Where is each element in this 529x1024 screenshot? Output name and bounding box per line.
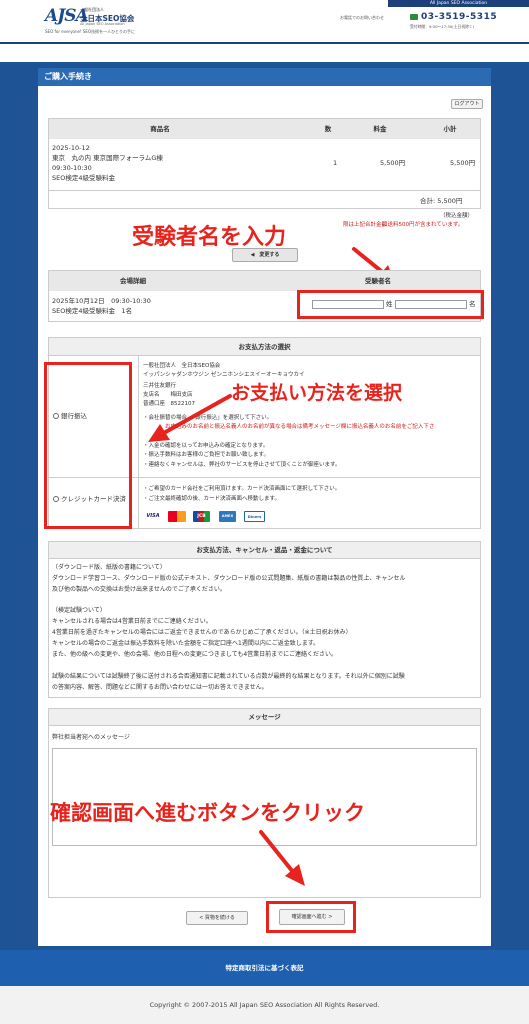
policy-line-3: 及び他の製品への交換はお受け出来ませんのでご了承ください。	[52, 586, 226, 593]
payment-divider	[138, 356, 139, 528]
policy-line-11: 試験の結果については試験終了後に送付される合否通知書に記載されている点数が最終的…	[52, 673, 405, 680]
page-title: ご購入手続き	[38, 68, 491, 86]
phone-icon	[410, 14, 418, 20]
shipping-note-a: 限は上記合計金額	[343, 222, 388, 228]
policy-header: お支払方法、キャンセル・返品・返金について	[49, 542, 480, 559]
policy-line-12: の答案内容、解答、問題などに関するお問い合わせには一切お答えできません。	[52, 684, 268, 691]
col-product: 商品名	[150, 125, 170, 133]
policy-line-5: （検定試験ついて）	[52, 607, 106, 614]
bank-note-4: ・連絡なくキャンセルは、弊社のサービスを停止させて頂くことが御座います。	[143, 462, 341, 468]
product-name: SEO検定4級受験料金	[52, 174, 115, 182]
policy-line-2: ダウンロード学習コース、ダウンロード版の公式テキスト、ダウンロード版の公式問題集…	[52, 575, 406, 582]
venue-datetime: 2025年10月12日 09:30-10:30	[52, 297, 151, 305]
examinee-table-header	[49, 271, 480, 291]
association-bar: All Japan SEO Association	[388, 0, 529, 7]
copyright: Copyright © 2007-2015 All Japan SEO Asso…	[0, 986, 529, 1024]
logout-button[interactable]: ログアウト	[451, 99, 483, 109]
continue-shopping-button[interactable]: < 買物を続ける	[186, 911, 248, 925]
mastercard-icon	[168, 511, 186, 522]
contact-label: お電話でのお問い合わせ	[340, 15, 384, 20]
product-qty: 1	[333, 159, 338, 167]
message-label: 弊社担当者宛へのメッセージ	[52, 734, 130, 741]
col-venue-detail: 会場詳細	[120, 277, 146, 285]
annotation-click-confirm: 確認画面へ進むボタンをクリック	[50, 801, 365, 825]
policy-line-9: また、他の級への変更や、他の会場、他の日程への変更につきましても4営業日前までに…	[52, 651, 338, 658]
product-venue: 東京 丸の内 東京国際フォーラムG棟	[52, 154, 163, 162]
business-hours: 受付時間：9:30～17:30(土日祝除く)	[410, 24, 475, 29]
legal-notice-link[interactable]: 特定商取引法に基づく表記	[0, 950, 529, 986]
highlight-payment-box	[44, 362, 132, 529]
logo-english: All Japan SEO Association	[80, 22, 125, 26]
policy-line-1: （ダウンロード版、紙版の書籍について）	[52, 564, 166, 571]
payment-header: お支払方法の選択	[49, 338, 480, 356]
policy-line-7: 4営業日前を過ぎたキャンセルの場合にはご返金できませんのであらかじめご了承くださ…	[52, 629, 352, 636]
col-subtotal: 小計	[443, 125, 457, 133]
message-header: メッセージ	[49, 709, 480, 726]
amex-icon: AMEX	[219, 511, 236, 522]
annotation-enter-name: 受験者名を入力	[132, 225, 287, 250]
order-total: 合計: 5,500円	[420, 197, 463, 205]
annotation-select-payment: お支払い方法を選択	[231, 382, 403, 404]
phone-number[interactable]: 03-3519-5315	[421, 12, 497, 22]
product-subtotal: 5,500円	[450, 159, 476, 167]
shipping-note: に送料500円が含まれています。	[382, 222, 464, 228]
site-header: AJSA 一般社団法人 全日本SEO協会 All Japan SEO Assoc…	[0, 0, 529, 44]
policy-line-6: キャンセルされる場合は4営業日前までにご連絡ください。	[52, 618, 212, 625]
product-price: 5,500円	[380, 159, 406, 167]
card-note-2: ・ご注文最終確認の後、カード決済画面へ移動します。	[143, 496, 280, 502]
venue-item: SEO検定4級受験料金 1名	[52, 307, 133, 315]
arrow-to-payment-icon	[148, 394, 232, 442]
arrow-to-confirm-icon	[259, 830, 305, 886]
col-examinee-name: 受験者名	[365, 277, 391, 285]
highlight-name-box	[297, 290, 484, 319]
tagline: SEO for everyone! SEO技術を一人ひとりの手に	[45, 29, 135, 34]
policy-line-8: キャンセルの場合のご返金は振込手数料を除いた金額をご指定口座へ1週間以内にご返金…	[52, 640, 320, 647]
highlight-confirm-box	[266, 901, 356, 933]
col-qty: 数	[324, 125, 332, 133]
col-price: 料金	[373, 125, 387, 133]
jcb-icon: JCB	[193, 511, 210, 522]
table-divider	[49, 190, 480, 191]
visa-icon: VISA	[146, 513, 160, 519]
card-note-1: ・ご希望のカード会社をご利用頂けます。カード決済画面にて選択して下さい。	[143, 486, 341, 492]
product-date: 2025-10-12	[52, 144, 90, 152]
bank-note-3: ・振込手数料はお客様のご負担でお願い致します。	[143, 452, 269, 458]
product-time: 09:30-10:30	[52, 164, 92, 172]
diners-icon: Diners	[244, 511, 265, 522]
